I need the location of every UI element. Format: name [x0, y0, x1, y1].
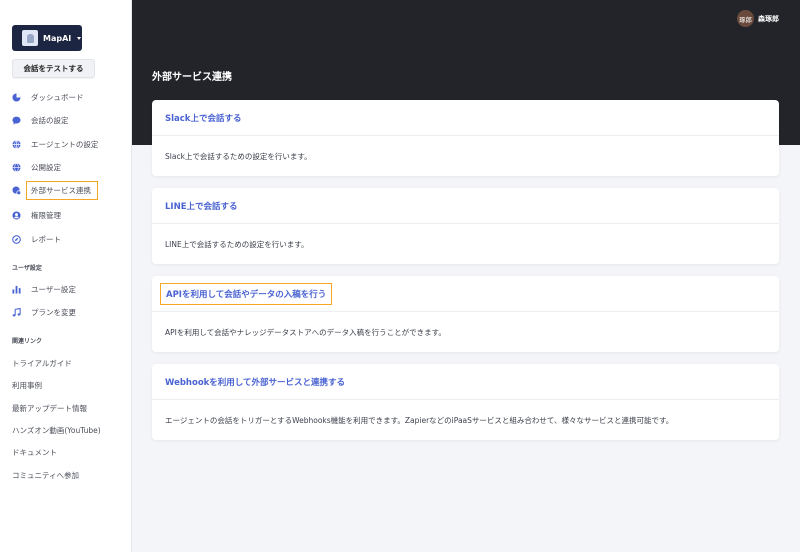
- link-community[interactable]: コミュニティへ参加: [12, 470, 79, 481]
- user-name: 森琢郎: [758, 14, 779, 23]
- page-title: 外部サービス連携: [152, 72, 232, 83]
- card-description: エージェントの会話をトリガーとするWebhooks機能を利用できます。Zapie…: [165, 415, 674, 425]
- card-title-link[interactable]: LINE上で会話する: [165, 200, 238, 212]
- sidebar-item-label: ダッシュボード: [31, 92, 84, 102]
- sidebar-item-label: 公開設定: [31, 162, 61, 172]
- card-title-link[interactable]: Webhookを利用して外部サービスと連携する: [165, 376, 345, 388]
- sidebar-item-conversation-settings[interactable]: 会話の設定: [12, 112, 69, 128]
- service-card-slack: Slack上で会話する Slack上で会話するための設定を行います。: [152, 100, 779, 176]
- card-header: LINE上で会話する: [152, 188, 779, 224]
- dashboard-icon: [12, 92, 21, 102]
- link-trial-guide[interactable]: トライアルガイド: [12, 358, 72, 369]
- card-header: Slack上で会話する: [152, 100, 779, 136]
- link-documentation[interactable]: ドキュメント: [12, 447, 57, 458]
- sidebar-item-user-settings[interactable]: ユーザー設定: [12, 281, 76, 297]
- related-links-section-label: 関連リンク: [12, 338, 43, 345]
- card-description: Slack上で会話するための設定を行います。: [165, 151, 312, 161]
- sidebar-item-external-services[interactable]: 外部サービス連携: [12, 181, 98, 200]
- sidebar-item-permissions[interactable]: 権限管理: [12, 207, 61, 223]
- sidebar-item-label: エージェントの設定: [31, 139, 99, 149]
- sidebar-item-label: 権限管理: [31, 210, 61, 220]
- service-card-webhook: Webhookを利用して外部サービスと連携する エージェントの会話をトリガーとす…: [152, 364, 779, 440]
- card-title-link[interactable]: Slack上で会話する: [165, 112, 241, 124]
- sidebar-item-label: レポート: [31, 234, 61, 244]
- card-header: Webhookを利用して外部サービスと連携する: [152, 364, 779, 400]
- link-use-cases[interactable]: 利用事例: [12, 380, 42, 391]
- user-settings-section-label: ユーザ設定: [12, 265, 42, 272]
- compass-icon: [12, 234, 21, 244]
- avatar: 琢郎: [737, 10, 754, 27]
- caret-down-icon: [77, 36, 82, 40]
- workspace-switcher-button[interactable]: MapAI: [12, 25, 82, 51]
- user-menu[interactable]: 琢郎 森琢郎: [737, 10, 779, 27]
- test-conversation-button[interactable]: 会話をテストする: [12, 59, 95, 78]
- link-latest-updates[interactable]: 最新アップデート情報: [12, 403, 87, 414]
- sidebar-item-publish-settings[interactable]: 公開設定: [12, 159, 61, 175]
- service-card-api: APIを利用して会話やデータの入稿を行う APIを利用して会話やナレッジデータス…: [152, 276, 779, 352]
- sidebar-item-change-plan[interactable]: プランを変更: [12, 304, 76, 320]
- workspace-logo-icon: [22, 30, 38, 46]
- globe-icon: [12, 162, 21, 172]
- sidebar-item-label: プランを変更: [31, 307, 76, 317]
- sidebar-item-label: ユーザー設定: [31, 284, 76, 294]
- bar-chart-icon: [12, 285, 21, 294]
- card-header: APIを利用して会話やデータの入稿を行う: [152, 276, 779, 312]
- card-description: APIを利用して会話やナレッジデータストアへのデータ入稿を行うことができます。: [165, 327, 446, 337]
- card-description: LINE上で会話するための設定を行います。: [165, 239, 309, 249]
- link-globe-icon: [12, 186, 21, 195]
- sidebar: MapAI 会話をテストする ダッシュボード 会話の設定 エージェントの設定 公…: [0, 0, 132, 552]
- chat-bubble-icon: [12, 116, 21, 125]
- service-card-line: LINE上で会話する LINE上で会話するための設定を行います。: [152, 188, 779, 264]
- card-title-link[interactable]: APIを利用して会話やデータの入稿を行う: [160, 283, 333, 305]
- workspace-name: MapAI: [43, 33, 72, 43]
- sidebar-item-agent-settings[interactable]: エージェントの設定: [12, 136, 98, 152]
- sidebar-item-label: 外部サービス連携: [31, 186, 91, 195]
- sidebar-item-label: 会話の設定: [31, 115, 69, 125]
- music-note-icon: [12, 307, 21, 317]
- globe-icon: [12, 139, 21, 149]
- sidebar-item-dashboard[interactable]: ダッシュボード: [12, 89, 84, 105]
- link-hands-on-videos[interactable]: ハンズオン動画(YouTube): [12, 425, 101, 436]
- sidebar-item-reports[interactable]: レポート: [12, 231, 61, 247]
- user-circle-icon: [12, 210, 21, 220]
